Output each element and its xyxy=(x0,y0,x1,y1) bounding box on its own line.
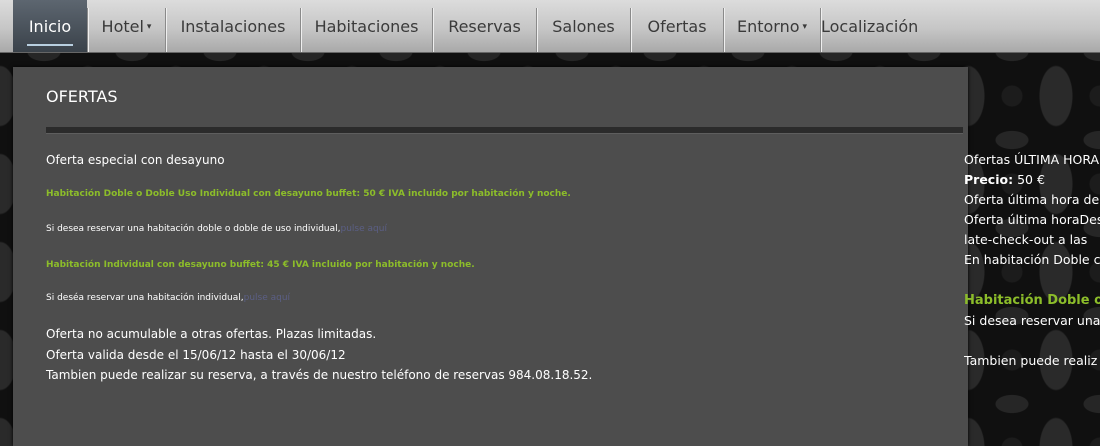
sidebar-heading: Ofertas ÚLTIMA HORA xyxy=(964,152,1100,167)
chevron-down-icon: ▾ xyxy=(146,22,152,32)
nav-item-label: Salones xyxy=(552,17,615,36)
reserve-double-text: Si desea reservar una habitación doble o… xyxy=(46,224,387,234)
nav-item-habitaciones[interactable]: Habitaciones xyxy=(301,0,432,52)
reserve-double-link[interactable]: pulse aquí xyxy=(341,224,387,234)
reserve-single-label: Si deséa reservar una habitación individ… xyxy=(46,293,244,303)
sidebar-price: Precio: 50 € xyxy=(964,170,1100,190)
price-value: 50 € xyxy=(1017,172,1045,187)
nav-item-label: Inicio xyxy=(28,17,72,36)
offer-single-room: Habitación Individual con desayuno buffe… xyxy=(46,260,475,270)
nav-item-inicio[interactable]: Inicio xyxy=(13,0,87,52)
reserve-double-label: Si desea reservar una habitación doble o… xyxy=(46,224,341,234)
sidebar-text: En habitación Doble c xyxy=(964,252,1100,267)
nav-item-salones[interactable]: Salones xyxy=(537,0,630,52)
offers-panel: OFERTAS Oferta especial con desayuno Hab… xyxy=(13,67,968,446)
offer-note-validity: Oferta valida desde el 15/06/12 hasta el… xyxy=(46,348,346,362)
sidebar-reserve: Si desea reservar una xyxy=(964,313,1100,328)
nav-item-label: Localización xyxy=(821,17,919,36)
sidebar-text: Oferta última horaDes xyxy=(964,212,1100,227)
nav-item-localizacion[interactable]: Localización xyxy=(821,0,919,52)
reserve-single-text: Si deséa reservar una habitación individ… xyxy=(46,293,290,303)
nav-item-hotel[interactable]: Hotel ▾ xyxy=(88,0,165,52)
nav-item-label: Instalaciones xyxy=(180,17,286,36)
offer-double-room: Habitación Doble o Doble Uso Individual … xyxy=(46,189,571,199)
reserve-single-link[interactable]: pulse aquí xyxy=(244,293,290,303)
nav-item-reservas[interactable]: Reservas xyxy=(433,0,536,52)
sidebar-offers: Ofertas ÚLTIMA HORA Precio: 50 € Oferta … xyxy=(964,150,1100,390)
nav-item-label: Habitaciones xyxy=(314,17,419,36)
offer-note-phone: Tambien puede realizar su reserva, a tra… xyxy=(46,368,593,382)
nav-item-ofertas[interactable]: Ofertas xyxy=(631,0,723,52)
price-label: Precio: xyxy=(964,172,1014,187)
nav-item-label: Entorno xyxy=(736,17,800,36)
sidebar-phone: Tambien puede realiz xyxy=(964,353,1098,368)
sidebar-text: late-check-out a las xyxy=(964,232,1088,247)
nav-item-instalaciones[interactable]: Instalaciones xyxy=(166,0,300,52)
nav-item-label: Reservas xyxy=(448,17,521,36)
offer-note-conditions: Oferta no acumulable a otras ofertas. Pl… xyxy=(46,327,377,341)
sidebar-text: Oferta última hora de xyxy=(964,192,1100,207)
nav-item-label: Hotel xyxy=(101,17,144,36)
chevron-down-icon: ▾ xyxy=(802,22,808,32)
title-divider xyxy=(46,127,963,134)
main-navigation: Inicio Hotel ▾ Instalaciones Habitaciones… xyxy=(0,0,1100,53)
nav-item-entorno[interactable]: Entorno ▾ xyxy=(724,0,820,52)
sidebar-offer: Habitación Doble o xyxy=(964,293,1100,308)
page-title: OFERTAS xyxy=(46,87,118,106)
nav-item-label: Ofertas xyxy=(647,17,707,36)
offer-subtitle: Oferta especial con desayuno xyxy=(46,153,225,167)
